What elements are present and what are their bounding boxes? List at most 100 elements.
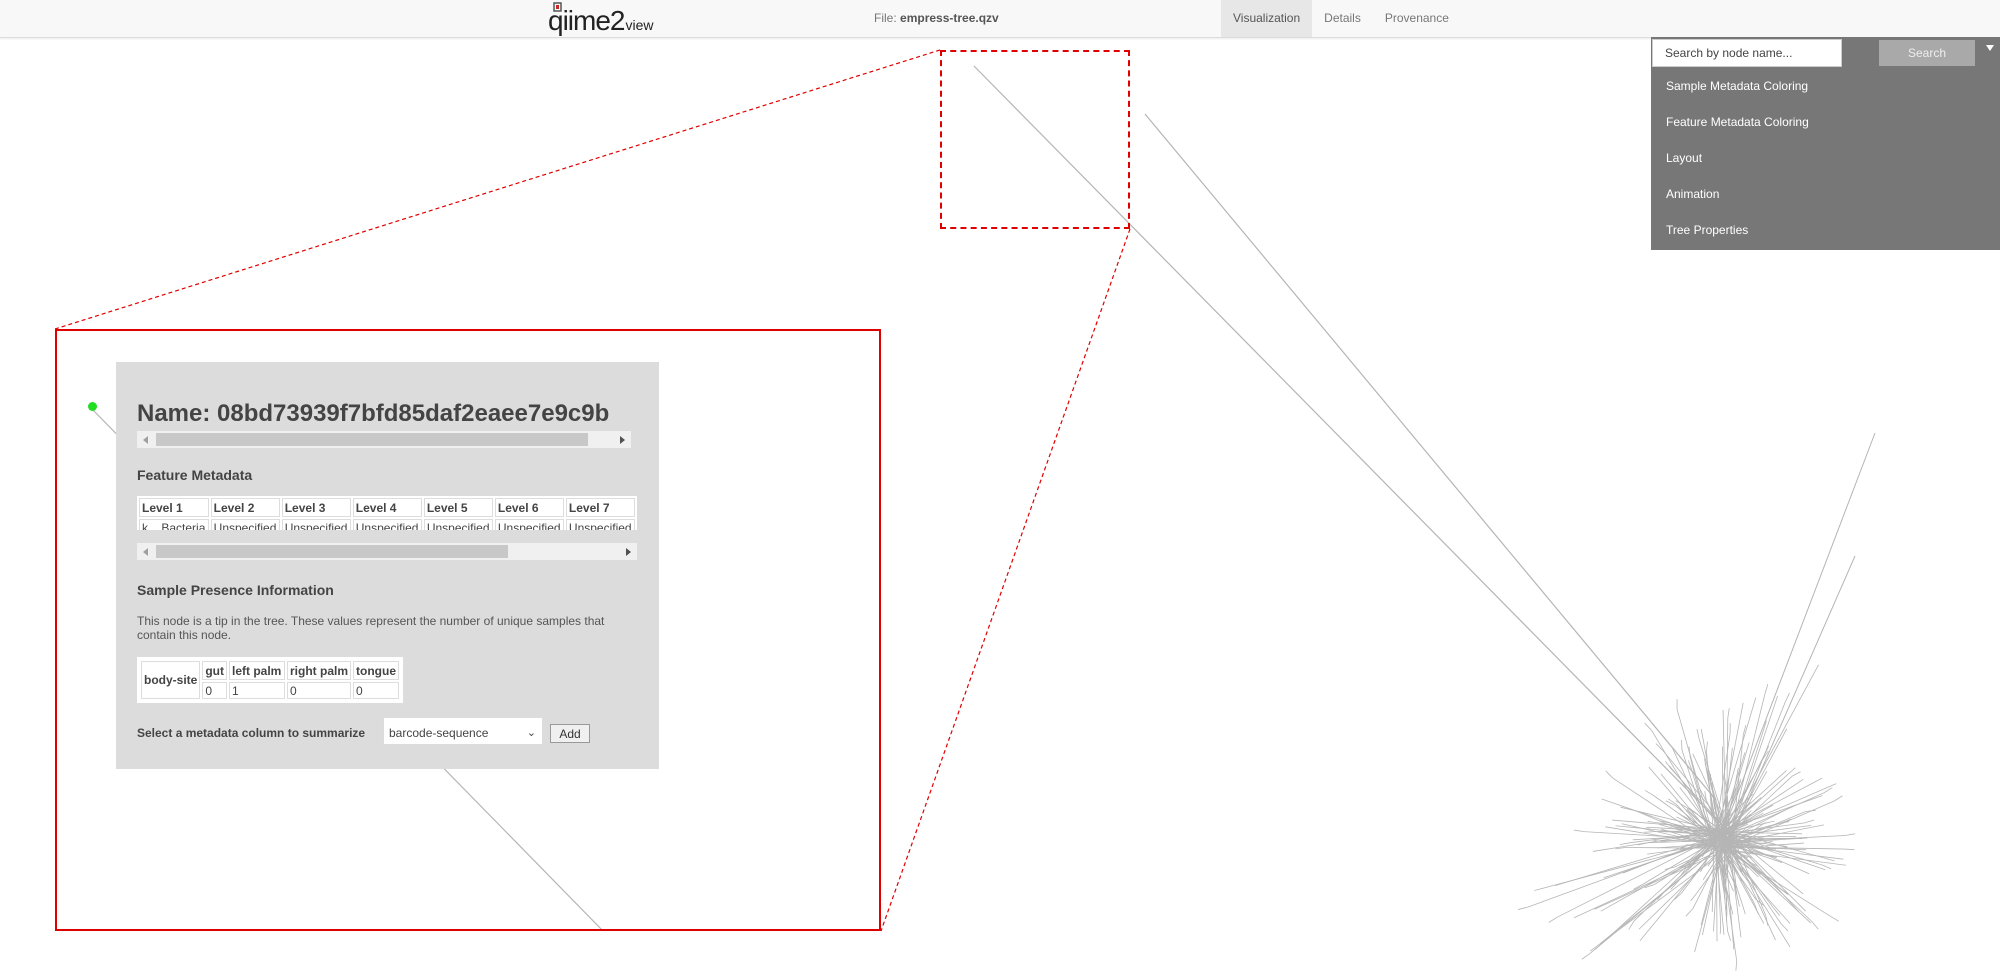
logo-suffix-text: view (625, 17, 654, 33)
tree-branch (1833, 795, 1843, 802)
sample-presence-table-wrap: body-site gut left palm right palm tongu… (137, 657, 404, 703)
node-search-input[interactable] (1652, 39, 1842, 67)
tree-branch (1644, 831, 1655, 833)
tree-branch (1517, 906, 1528, 910)
zoom-connector-top (54, 49, 941, 330)
tree-branch (1804, 819, 1815, 824)
nav-tabs: Visualization Details Provenance (1221, 0, 1461, 37)
triangle-down-icon[interactable] (1986, 45, 1994, 51)
menu-tree-properties[interactable]: Tree Properties (1666, 223, 1748, 237)
feature-header: Level 3 (281, 498, 351, 517)
node-name-title: Name: 08bd73939f7bfd85daf2eaee7e9c9b (137, 400, 610, 427)
tree-branch (1548, 916, 1558, 923)
tab-visualization[interactable]: Visualization (1221, 0, 1313, 37)
feature-value-row: k__Bacteria Unspecified Unspecified Unspeci… (139, 519, 635, 530)
tree-branch (1734, 555, 1856, 831)
tree-branch (1791, 771, 1801, 777)
tree-branch (1780, 923, 1789, 932)
file-name: empress-tree.qzv (900, 11, 999, 25)
tree-branch (1619, 842, 1630, 845)
feature-header: Level 4 (352, 498, 422, 517)
sample-presence-title: Sample Presence Information (137, 582, 334, 598)
feature-header: Level 5 (423, 498, 493, 517)
zoom-connector-bottom (880, 228, 1131, 932)
scrollbar-thumb[interactable] (156, 433, 588, 446)
tree-branch (1573, 829, 1584, 833)
scrollbar-thumb[interactable] (156, 545, 508, 558)
qiime2-view-logo[interactable]: qiime2 view (548, 2, 654, 35)
sample-presence-table: body-site gut left palm right palm tongu… (139, 659, 401, 701)
scroll-right-icon[interactable] (620, 436, 625, 444)
tree-branch (1741, 904, 1746, 915)
top-navbar: qiime2 view File: empress-tree.qzv Visua… (0, 0, 2000, 38)
tree-branch (1764, 684, 1769, 694)
tree-branch (1581, 953, 1591, 960)
summarize-column-select[interactable]: barcode-sequence ⌄ (383, 717, 543, 745)
tree-branch (1685, 908, 1694, 917)
tree-branch (1665, 800, 1676, 806)
tree-branch (1719, 432, 1876, 841)
logo-mark-icon (553, 2, 562, 12)
tree-branch (1727, 931, 1731, 941)
name-scrollbar[interactable] (137, 431, 631, 448)
tab-details[interactable]: Details (1312, 0, 1373, 37)
summarize-label: Select a metadata column to summarize (137, 726, 366, 740)
tree-branch (1690, 892, 1698, 902)
file-prefix: File: (874, 11, 897, 25)
tree-branch (1144, 113, 1717, 801)
node-info-popup: Name: 08bd73939f7bfd85daf2eaee7e9c9b Fea… (116, 362, 659, 769)
tree-branch (1696, 729, 1700, 740)
tree-branch (1664, 866, 1675, 870)
selected-node-marker[interactable] (88, 402, 97, 411)
tree-branch (1844, 833, 1855, 836)
tab-provenance[interactable]: Provenance (1373, 0, 1461, 37)
feature-value: k__Bacteria (139, 519, 209, 530)
tree-branch (1821, 864, 1832, 870)
search-button[interactable]: Search (1879, 40, 1975, 66)
sample-header: tongue (353, 661, 400, 680)
sample-value: 0 (353, 682, 400, 699)
tree-branch (1706, 741, 1708, 752)
tree-branch (1735, 960, 1738, 971)
tree-branch (1688, 746, 1691, 757)
tree-branch (1784, 692, 1790, 703)
feature-metadata-title: Feature Metadata (137, 467, 253, 483)
add-summary-button[interactable]: Add (550, 724, 590, 743)
scroll-left-icon[interactable] (143, 548, 148, 556)
tree-branch (1603, 839, 1719, 879)
tree-branch (1595, 834, 1722, 950)
scroll-left-icon[interactable] (143, 436, 148, 444)
tree-branch (1639, 843, 1720, 942)
feature-value: Unspecified (565, 519, 635, 530)
sample-value: 0 (287, 682, 352, 699)
feature-table-scrollbar[interactable] (137, 543, 637, 560)
summarize-selected-value: barcode-sequence (389, 726, 489, 740)
menu-sample-metadata-coloring[interactable]: Sample Metadata Coloring (1666, 79, 1808, 93)
side-panel: Search Sample Metadata Coloring Feature … (1651, 37, 2000, 250)
tree-branch (1726, 911, 1728, 922)
tree-branch (1805, 809, 1816, 812)
menu-animation[interactable]: Animation (1666, 187, 1719, 201)
zoom-source-box (940, 50, 1130, 229)
sample-value: 0 (202, 682, 227, 699)
scroll-right-icon[interactable] (626, 548, 631, 556)
tree-branch (1727, 708, 1730, 719)
tree-branch (1844, 848, 1855, 851)
menu-feature-metadata-coloring[interactable]: Feature Metadata Coloring (1666, 115, 1809, 129)
menu-layout[interactable]: Layout (1666, 151, 1702, 165)
sample-header: gut (202, 661, 227, 680)
feature-value: Unspecified (210, 519, 280, 530)
sample-header: left palm (229, 661, 285, 680)
feature-header: Level 7 (565, 498, 635, 517)
tree-branch (1811, 921, 1819, 930)
tree-branch (1681, 740, 1683, 751)
tree-branch (1644, 722, 1652, 731)
tree-branch (1633, 833, 1725, 922)
feature-metadata-table: Level 1 Level 2 Level 3 Level 4 Level 5 Level… (137, 496, 637, 530)
sample-row-label: body-site (141, 661, 201, 699)
sample-presence-description: This node is a tip in the tree. These va… (137, 614, 605, 642)
feature-value: Unspecified (494, 519, 564, 530)
zoom-inset: Name: 08bd73939f7bfd85daf2eaee7e9c9b Fea… (55, 329, 881, 931)
feature-value: Unspecified (281, 519, 351, 530)
feature-metadata-table-wrap: Level 1 Level 2 Level 3 Level 4 Level 5 Level… (137, 496, 637, 530)
